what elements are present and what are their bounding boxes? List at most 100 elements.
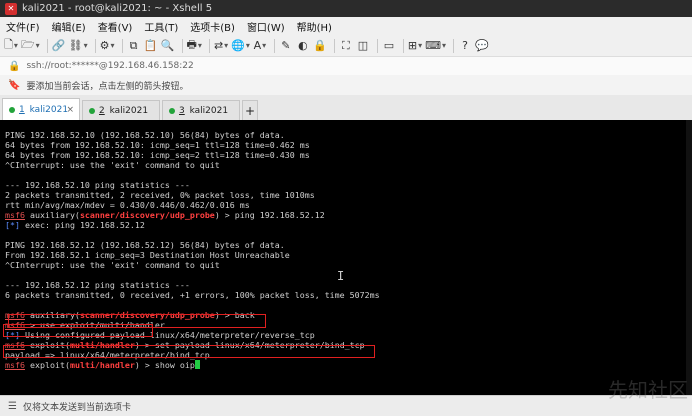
tab-2[interactable]: 2 kali2021 <box>82 100 160 120</box>
prompt-msf6: msf6 <box>5 360 25 370</box>
compose-icon[interactable]: ▭ <box>382 38 396 54</box>
terminal-text: 6 packets transmitted, 0 received, +1 er… <box>5 290 380 300</box>
copy-icon[interactable]: ⧉ <box>127 38 141 54</box>
terminal-text: > use exploit/multi/handler <box>24 320 165 330</box>
keyboard-icon[interactable]: ⌨ <box>425 38 446 54</box>
send-text-icon[interactable]: ☰ <box>8 401 17 412</box>
toolbar-divider <box>273 38 275 53</box>
module-name: multi/handler <box>69 360 135 370</box>
info-marker: [*] <box>5 330 20 340</box>
terminal-line: msf6 > use exploit/multi/handler <box>5 320 692 330</box>
terminal-text: auxiliary( <box>24 210 80 220</box>
font-icon[interactable]: A <box>253 38 267 54</box>
connected-status-icon <box>9 106 15 113</box>
tab-1[interactable]: 1 kali2021 × <box>2 98 80 120</box>
menu-tools[interactable]: 工具(T) <box>138 19 184 34</box>
tab-close-icon[interactable]: × <box>66 105 74 115</box>
terminal-line: payload => linux/x64/meterpreter/bind_tc… <box>5 350 692 360</box>
terminal-text: 64 bytes from 192.168.52.10: icmp_seq=1 … <box>5 140 310 150</box>
tab-label: 2 kali2021 <box>99 106 148 116</box>
menu-view[interactable]: 查看(V) <box>92 19 139 34</box>
terminal-text: exploit( <box>24 360 70 370</box>
terminal-text: PING 192.168.52.10 (192.168.52.10) 56(84… <box>5 130 285 140</box>
transfer-icon[interactable]: ⇄ <box>214 38 228 54</box>
paste-icon[interactable]: 📋 <box>144 38 158 54</box>
terminal-line: msf6 exploit(multi/handler) > show oip <box>5 360 692 370</box>
link-icon[interactable]: 🔗 <box>52 38 66 54</box>
color-icon[interactable]: ◐ <box>296 38 310 54</box>
toolbar-divider <box>181 38 183 53</box>
transparency-icon[interactable]: ◫ <box>356 38 370 54</box>
terminal-text: exploit( <box>24 340 70 350</box>
xshell-app-icon: ✕ <box>5 2 17 15</box>
terminal-text: rtt min/avg/max/mdev = 0.430/0.446/0.462… <box>5 200 250 210</box>
tab-label: 1 kali2021 <box>19 105 68 115</box>
tab-label: 3 kali2021 <box>179 106 228 116</box>
disconnect-icon[interactable]: ⛓ <box>69 38 88 54</box>
speech-icon[interactable]: 💬 <box>475 38 489 54</box>
fullscreen-icon[interactable]: ⛶ <box>339 38 353 54</box>
menu-bar: 文件(F) 编辑(E) 查看(V) 工具(T) 选项卡(B) 窗口(W) 帮助(… <box>0 17 692 35</box>
toolbar-divider <box>208 38 210 53</box>
toolbar-divider <box>453 38 455 53</box>
print-icon[interactable]: 🖶 <box>187 38 202 54</box>
find-icon[interactable]: 🔍 <box>161 38 175 54</box>
address-lock-icon: 🔒 <box>8 60 21 72</box>
terminal-text: 64 bytes from 192.168.52.10: icmp_seq=2 … <box>5 150 310 160</box>
toolbar-divider <box>402 38 404 53</box>
prompt-msf6: msf6 <box>5 320 25 330</box>
address-bar[interactable]: 🔒 ssh://root:******@192.168.46.158:22 <box>0 57 692 76</box>
terminal-line: 64 bytes from 192.168.52.10: icmp_seq=2 … <box>5 150 692 160</box>
menu-window[interactable]: 窗口(W) <box>241 19 291 34</box>
menu-file[interactable]: 文件(F) <box>0 19 46 34</box>
module-name: scanner/discovery/udp_probe <box>79 210 215 220</box>
toolbar-divider <box>46 38 48 53</box>
properties-icon[interactable]: ⚙ <box>100 38 115 54</box>
terminal-line: From 192.168.52.1 icmp_seq=3 Destination… <box>5 250 692 260</box>
terminal-line: msf6 exploit(multi/handler) > set payloa… <box>5 340 692 350</box>
terminal-text: exec: ping 192.168.52.12 <box>20 220 145 230</box>
lock-icon[interactable]: 🔒 <box>313 38 327 54</box>
globe-icon[interactable]: 🌐 <box>231 38 250 54</box>
prompt-msf6: msf6 <box>5 310 25 320</box>
terminal-line: rtt min/avg/max/mdev = 0.430/0.446/0.462… <box>5 200 692 210</box>
terminal-line: [*] exec: ping 192.168.52.12 <box>5 220 692 230</box>
terminal-text: From 192.168.52.1 icmp_seq=3 Destination… <box>5 250 290 260</box>
new-session-icon[interactable]: 🗋 <box>4 38 18 54</box>
add-tab-icon[interactable]: ⊞ <box>408 38 422 54</box>
tab-name: kali2021 <box>189 105 229 116</box>
toolbar-divider <box>333 38 335 53</box>
menu-tabs[interactable]: 选项卡(B) <box>184 19 241 34</box>
new-tab-button[interactable]: + <box>242 100 258 120</box>
terminal-scrollbar[interactable] <box>686 120 692 395</box>
terminal-line: PING 192.168.52.12 (192.168.52.12) 56(84… <box>5 240 692 250</box>
bookmark-icon[interactable]: 🔖 <box>8 80 20 91</box>
tab-3[interactable]: 3 kali2021 <box>162 100 240 120</box>
menu-help[interactable]: 帮助(H) <box>291 19 338 34</box>
terminal-text: payload => linux/x64/meterpreter/bind_tc… <box>5 350 210 360</box>
terminal-text: ) > ping 192.168.52.12 <box>214 210 325 220</box>
terminal-line: 6 packets transmitted, 0 received, +1 er… <box>5 290 692 300</box>
prompt-msf6: msf6 <box>5 340 25 350</box>
terminal-text: auxiliary( <box>24 310 80 320</box>
terminal-text: PING 192.168.52.12 (192.168.52.12) 56(84… <box>5 240 285 250</box>
toolbar-divider <box>94 38 96 53</box>
terminal-line: ^CInterrupt: use the 'exit' command to q… <box>5 160 692 170</box>
toolbar-divider <box>121 38 123 53</box>
terminal-output[interactable]: PING 192.168.52.10 (192.168.52.10) 56(84… <box>0 120 692 395</box>
module-name: scanner/discovery/udp_probe <box>79 310 215 320</box>
terminal-line: [*] Using configured payload linux/x64/m… <box>5 330 692 340</box>
open-folder-icon[interactable]: 🗁 <box>21 38 40 54</box>
terminal-text: ^CInterrupt: use the 'exit' command to q… <box>5 160 220 170</box>
help-icon[interactable]: ? <box>458 38 472 54</box>
toolbar: 🗋 🗁 🔗 ⛓ ⚙ ⧉ 📋 🔍 🖶 ⇄ 🌐 A ✎ ◐ 🔒 ⛶ ◫ ▭ ⊞ ⌨ … <box>0 35 692 57</box>
tab-name: kali2021 <box>109 105 149 116</box>
terminal-text: --- 192.168.52.12 ping statistics --- <box>5 280 190 290</box>
script-icon[interactable]: ✎ <box>279 38 293 54</box>
tab-bar: 1 kali2021 × 2 kali2021 3 kali2021 + <box>0 95 692 121</box>
terminal-line: msf6 auxiliary(scanner/discovery/udp_pro… <box>5 210 692 220</box>
terminal-text: 2 packets transmitted, 2 received, 0% pa… <box>5 190 315 200</box>
menu-edit[interactable]: 编辑(E) <box>46 19 92 34</box>
